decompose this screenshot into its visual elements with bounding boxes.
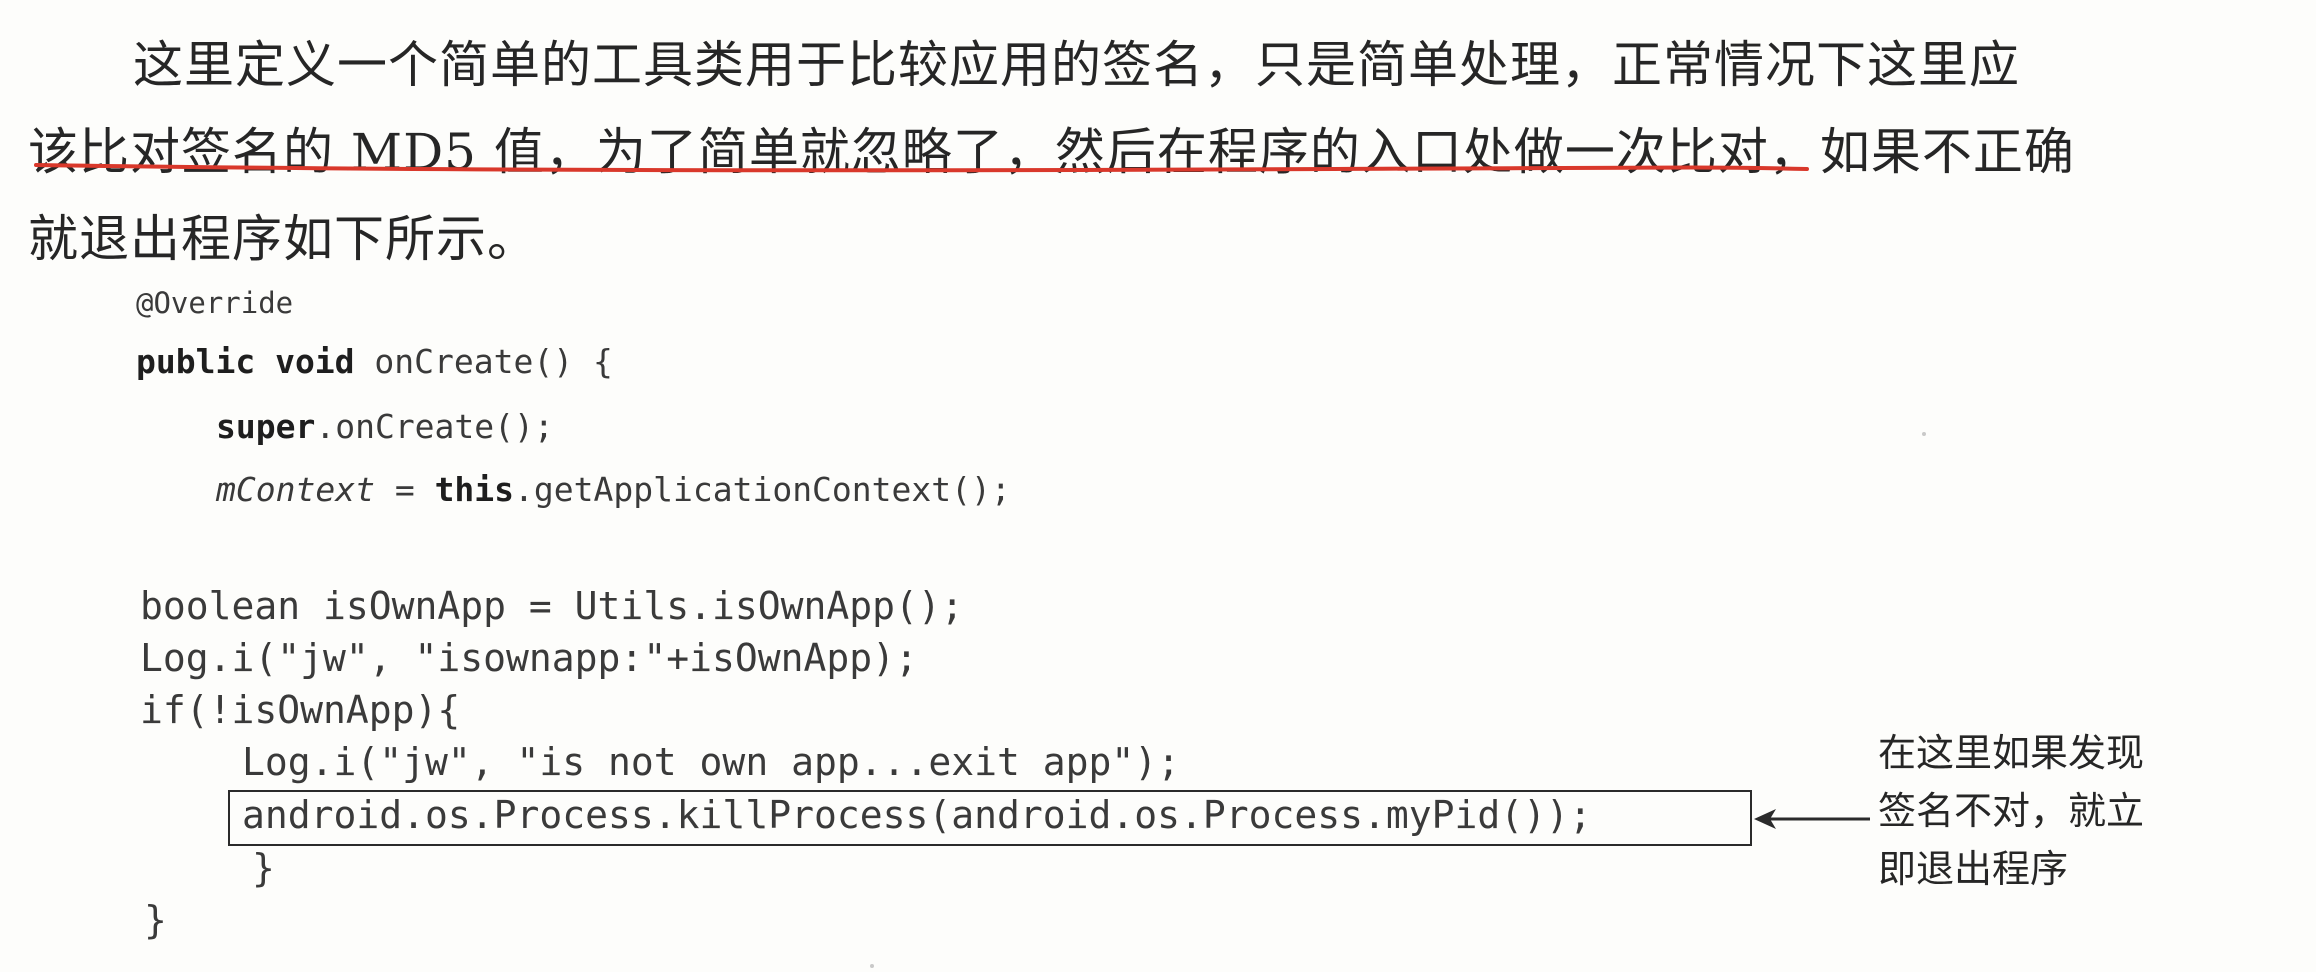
paragraph-line-1: 这里定义一个简单的工具类用于比较应用的签名，只是简单处理，正常情况下这里应 [133,36,2020,94]
code-keyword: this [434,470,515,509]
code-line-log-exit: Log.i("jw", "is not own app...exit app")… [242,740,1180,784]
highlight-box [228,790,1752,846]
code-line-boolean: boolean isOwnApp = Utils.isOwnApp(); [140,584,964,628]
code-operator: = [374,470,435,509]
code-keyword: public void [136,342,355,381]
paragraph-line-2: 该比对签名的 MD5 值，为了简单就忽略了，然后在程序的入口处做一次比对，如果不… [28,123,2075,181]
code-line-context: mContext = this.getApplicationContext(); [216,470,1011,509]
code-keyword: super [216,407,316,446]
left-arrow-icon [1754,809,1870,829]
body-paragraph: 这里定义一个简单的工具类用于比较应用的签名，只是简单处理，正常情况下这里应 该比… [28,22,2268,283]
code-text: onCreate() { [354,342,613,381]
paragraph-line-3: 就退出程序如下所示。 [28,210,538,268]
code-line-super-call: super.onCreate(); [216,407,554,446]
code-line-method-signature: public void onCreate() { [136,342,613,381]
code-line-close-method: } [144,898,167,942]
code-text: .onCreate(); [315,407,554,446]
code-line-log: Log.i("jw", "isownapp:"+isOwnApp); [140,636,918,680]
code-text: .getApplicationContext(); [514,470,1011,509]
annotation-line-2: 签名不对，就立 [1878,789,2145,833]
book-page: 这里定义一个简单的工具类用于比较应用的签名，只是简单处理，正常情况下这里应 该比… [0,0,2316,972]
code-line-close-if: } [252,846,275,890]
annotation-line-1: 在这里如果发现 [1878,731,2145,775]
annotation-line-3: 即退出程序 [1878,847,2069,891]
side-annotation: 在这里如果发现 签名不对，就立 即退出程序 [1878,724,2198,898]
scan-speck [1922,432,1926,436]
code-variable: mContext [216,470,375,509]
code-line-annotation: @Override [136,286,294,320]
code-line-if: if(!isOwnApp){ [140,688,461,732]
scan-speck [870,964,874,968]
